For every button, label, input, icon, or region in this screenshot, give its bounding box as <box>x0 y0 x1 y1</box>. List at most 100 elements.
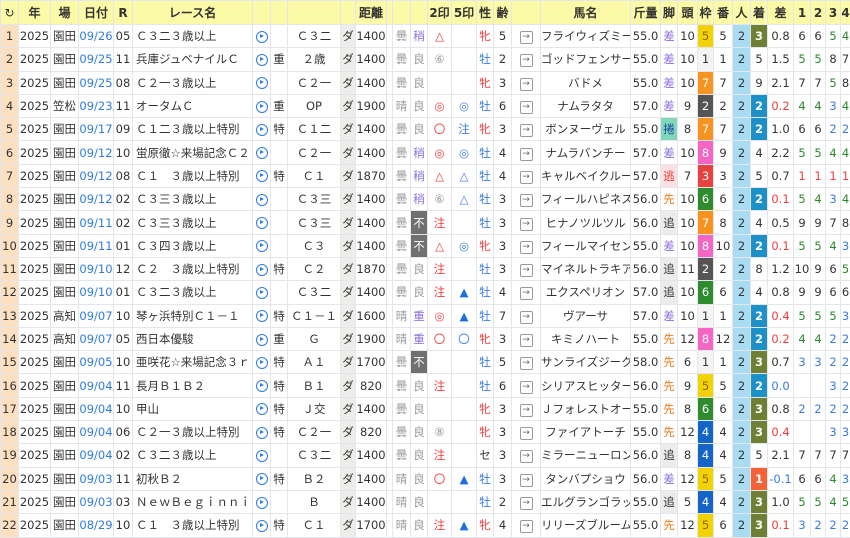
open-horse-icon[interactable]: → <box>520 194 533 207</box>
open-horse-icon[interactable]: → <box>520 334 533 347</box>
play-video-icon[interactable] <box>256 170 268 182</box>
play-video-icon[interactable] <box>256 287 268 299</box>
horse-name[interactable]: ヒナノツルツル <box>541 211 631 234</box>
table-row[interactable]: 82025園田09/1202Ｃ３三３歳以上Ｃ３三ダ1400曇稍⑥△牡3→フィール… <box>1 188 850 211</box>
table-row[interactable]: 122025園田09/1001Ｃ３二３歳以上Ｃ３二ダ1400曇良注▲牡4→エクス… <box>1 281 850 304</box>
play-video-icon[interactable] <box>256 147 268 159</box>
play-video-icon[interactable] <box>256 217 268 229</box>
horse-name[interactable]: サンライズジーク <box>541 351 631 374</box>
table-row[interactable]: 12025園田09/2605Ｃ３二３歳以上Ｃ３二ダ1400曇稍△牝5→フライウィ… <box>1 25 850 48</box>
open-horse-icon[interactable]: → <box>520 497 533 510</box>
race-name[interactable]: Ｃ２一３歳以上特別 <box>133 421 253 444</box>
table-row[interactable]: 22025園田09/2511兵庫ジュベナイルＣ重２歳ダ1400曇良⑥牡2→ゴッド… <box>1 48 850 71</box>
play-video-icon[interactable] <box>256 450 268 462</box>
play-video-icon-cell[interactable] <box>253 141 271 164</box>
date[interactable]: 09/11 <box>79 234 114 257</box>
open-horse-icon-cell[interactable]: → <box>512 211 541 234</box>
open-horse-icon[interactable]: → <box>520 171 533 184</box>
horse-name[interactable]: マイネルトラキア <box>541 257 631 280</box>
date[interactable]: 09/26 <box>79 25 114 48</box>
date[interactable]: 09/04 <box>79 421 114 444</box>
table-row[interactable]: 172025園田09/0410甲山特Ｊ交ダ1400曇良牝3→Ｊフォレストオール5… <box>1 397 850 420</box>
open-horse-icon[interactable]: → <box>520 520 533 533</box>
date[interactable]: 09/25 <box>79 48 114 71</box>
date[interactable]: 09/04 <box>79 444 114 467</box>
open-horse-icon-cell[interactable]: → <box>512 257 541 280</box>
play-video-icon-cell[interactable] <box>253 71 271 94</box>
table-row[interactable]: 52025園田09/1709Ｃ１二３歳以上特別特Ｃ１二ダ1400曇良〇注牝3→ボ… <box>1 118 850 141</box>
horse-name[interactable]: キャルベイクルーズ <box>541 164 631 187</box>
race-name[interactable]: Ｃ３四３歳以上 <box>133 234 253 257</box>
play-video-icon[interactable] <box>256 473 268 485</box>
open-horse-icon[interactable]: → <box>520 241 533 254</box>
play-video-icon-cell[interactable] <box>253 188 271 211</box>
play-video-icon[interactable] <box>256 334 268 346</box>
table-row[interactable]: 92025園田09/1102Ｃ３三３歳以上Ｃ３三ダ1400曇不注牡3→ヒナノツル… <box>1 211 850 234</box>
open-horse-icon-cell[interactable]: → <box>512 374 541 397</box>
play-video-icon[interactable] <box>256 357 268 369</box>
play-video-icon-cell[interactable] <box>253 444 271 467</box>
open-horse-icon[interactable]: → <box>520 287 533 300</box>
date[interactable]: 09/03 <box>79 467 114 490</box>
open-horse-icon[interactable]: → <box>520 450 533 463</box>
race-name[interactable]: Ｃ３三３歳以上 <box>133 188 253 211</box>
date[interactable]: 09/23 <box>79 94 114 117</box>
open-horse-icon-cell[interactable]: → <box>512 514 541 537</box>
open-horse-icon-cell[interactable]: → <box>512 48 541 71</box>
horse-name[interactable]: エルグランゴラッソ <box>541 490 631 513</box>
race-name[interactable]: 琴ヶ浜特別Ｃ１－１ <box>133 304 253 327</box>
race-name[interactable]: 蛍原徹☆来場記念Ｃ２ <box>133 141 253 164</box>
table-row[interactable]: 112025園田09/1012Ｃ２ ３歳以上特別特Ｃ２ダ1870曇良注牡3→マイ… <box>1 257 850 280</box>
open-horse-icon[interactable]: → <box>520 148 533 161</box>
open-horse-icon-cell[interactable]: → <box>512 281 541 304</box>
table-row[interactable]: 212025園田09/0303ＮｅｗＢｅｇｉｎｎｉＢダ1400晴良牡2→エルグラ… <box>1 490 850 513</box>
table-row[interactable]: 182025園田09/0406Ｃ２一３歳以上特別特Ｃ２一ダ820曇良⑧牝3→ファ… <box>1 421 850 444</box>
open-horse-icon[interactable]: → <box>520 381 533 394</box>
open-horse-icon[interactable]: → <box>520 427 533 440</box>
play-video-icon-cell[interactable] <box>253 351 271 374</box>
horse-name[interactable]: ゴッドフェンサー <box>541 48 631 71</box>
race-name[interactable]: Ｃ１ ３歳以上特別 <box>133 514 253 537</box>
table-row[interactable]: 102025園田09/1101Ｃ３四３歳以上Ｃ３ダ1400曇不△◎牝3→フィール… <box>1 234 850 257</box>
play-video-icon[interactable] <box>256 520 268 532</box>
date[interactable]: 08/29 <box>79 514 114 537</box>
play-video-icon[interactable] <box>256 264 268 276</box>
horse-name[interactable]: Ｊフォレストオール <box>541 397 631 420</box>
race-name[interactable]: Ｃ３二３歳以上 <box>133 25 253 48</box>
open-horse-icon-cell[interactable]: → <box>512 490 541 513</box>
open-horse-icon-cell[interactable]: → <box>512 444 541 467</box>
date[interactable]: 09/25 <box>79 71 114 94</box>
horse-name[interactable]: ボンヌーヴェル <box>541 118 631 141</box>
play-video-icon[interactable] <box>256 101 268 113</box>
open-horse-icon-cell[interactable]: → <box>512 164 541 187</box>
open-horse-icon-cell[interactable]: → <box>512 94 541 117</box>
table-row[interactable]: 162025園田09/0411長月Ｂ１Ｂ２特Ｂ１ダ820曇良注牡6→シリアスヒッ… <box>1 374 850 397</box>
play-video-icon-cell[interactable] <box>253 304 271 327</box>
horse-name[interactable]: シリアスヒッター <box>541 374 631 397</box>
table-row[interactable]: 42025笠松09/2311オータムＣ重OPダ1900晴良◎◎牡6→ナムラタタ5… <box>1 94 850 117</box>
race-name[interactable]: ＮｅｗＢｅｇｉｎｎｉ <box>133 490 253 513</box>
play-video-icon[interactable] <box>256 403 268 415</box>
race-name[interactable]: Ｃ１ ３歳以上特別 <box>133 164 253 187</box>
date[interactable]: 09/04 <box>79 374 114 397</box>
race-name[interactable]: オータムＣ <box>133 94 253 117</box>
date[interactable]: 09/17 <box>79 118 114 141</box>
date[interactable]: 09/04 <box>79 397 114 420</box>
play-video-icon-cell[interactable] <box>253 490 271 513</box>
table-row[interactable]: 142025高知09/0705西日本優駿重Ｇダ1900晴重〇〇牝3→キミノハート… <box>1 327 850 350</box>
table-row[interactable]: 202025園田09/0311初秋Ｂ２特Ｂ２ダ1400晴良〇▲牡3→タンバプショ… <box>1 467 850 490</box>
table-row[interactable]: 72025園田09/1208Ｃ１ ３歳以上特別特Ｃ１ダ1870曇稍△△牡4→キャ… <box>1 164 850 187</box>
open-horse-icon[interactable]: → <box>520 357 533 370</box>
race-name[interactable]: Ｃ３三３歳以上 <box>133 211 253 234</box>
horse-name[interactable]: エクスペリオン <box>541 281 631 304</box>
play-video-icon[interactable] <box>256 31 268 43</box>
race-name[interactable]: Ｃ１二３歳以上特別 <box>133 118 253 141</box>
play-video-icon-cell[interactable] <box>253 514 271 537</box>
race-name[interactable]: Ｃ２ ３歳以上特別 <box>133 257 253 280</box>
date[interactable]: 09/10 <box>79 281 114 304</box>
race-name[interactable]: 初秋Ｂ２ <box>133 467 253 490</box>
play-video-icon-cell[interactable] <box>253 374 271 397</box>
play-video-icon-cell[interactable] <box>253 421 271 444</box>
horse-name[interactable]: ナムラタタ <box>541 94 631 117</box>
race-name[interactable]: 西日本優駿 <box>133 327 253 350</box>
